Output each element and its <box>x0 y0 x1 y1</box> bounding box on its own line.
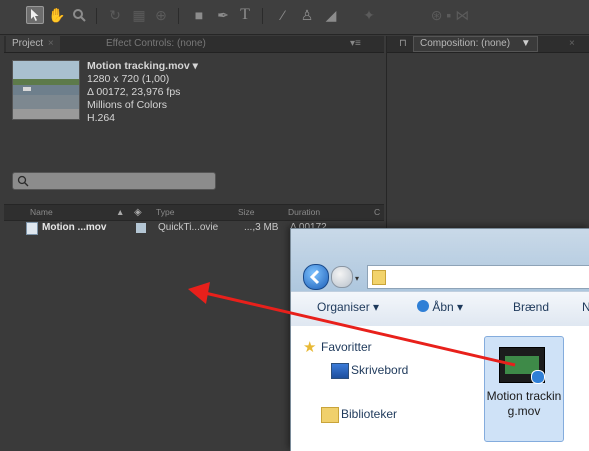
drag-arrow <box>188 282 516 367</box>
drag-arrow-head <box>188 282 210 304</box>
drag-arrow-line <box>204 291 516 367</box>
